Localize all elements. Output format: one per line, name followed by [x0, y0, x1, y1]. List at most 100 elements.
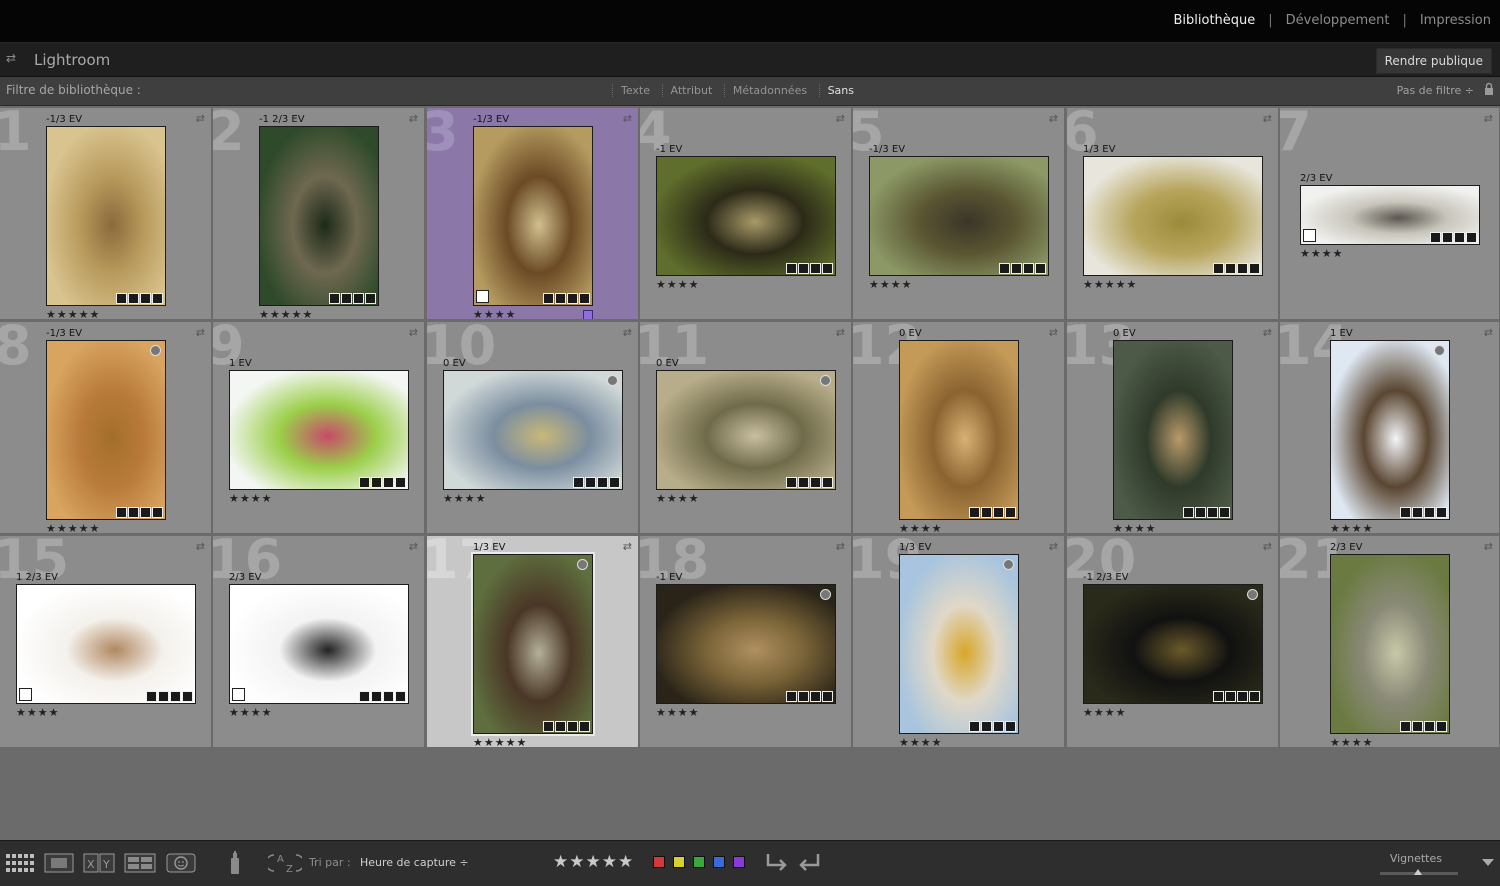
develop-badge-icon[interactable] [365, 293, 376, 304]
develop-badge-icon[interactable] [1436, 507, 1447, 518]
rotate-sync-icon[interactable]: ⇄ [1263, 540, 1272, 553]
crop-badge-icon[interactable] [353, 293, 364, 304]
rotate-sync-icon[interactable]: ⇄ [623, 112, 632, 125]
star-rating[interactable]: ★★★★ [1300, 247, 1343, 260]
crop-badge-icon[interactable] [567, 293, 578, 304]
photo-cell[interactable]: 6⇄1/3 EV★★★★★ [1067, 108, 1279, 320]
develop-badge-icon[interactable] [609, 477, 620, 488]
photo-thumbnail[interactable] [656, 156, 836, 276]
photo-cell[interactable]: 8 ⇄ -1/3 EV ★★★★★ [0, 322, 212, 534]
collection-badge-icon[interactable] [798, 691, 809, 702]
star-rating[interactable]: ★★★★★ [1083, 278, 1137, 291]
collection-badge-icon[interactable] [341, 293, 352, 304]
keyword-badge-icon[interactable] [359, 477, 370, 488]
crop-badge-icon[interactable] [1207, 507, 1218, 518]
collection-badge-icon[interactable] [555, 293, 566, 304]
rotate-sync-icon[interactable]: ⇄ [196, 540, 205, 553]
crop-badge-icon[interactable] [1424, 721, 1435, 732]
toolbar-menu-chevron-icon[interactable] [1482, 859, 1494, 866]
crop-badge-icon[interactable] [383, 477, 394, 488]
photo-thumbnail[interactable] [899, 554, 1019, 734]
rotate-sync-icon[interactable]: ⇄ [1049, 112, 1058, 125]
develop-badge-icon[interactable] [395, 477, 406, 488]
swap-arrow-icon[interactable]: ⇄ [6, 51, 16, 65]
crop-badge-icon[interactable] [140, 507, 151, 518]
star-rating[interactable]: ★★★★ [443, 492, 486, 505]
collection-badge-icon[interactable] [128, 293, 139, 304]
collection-badge-icon[interactable] [585, 477, 596, 488]
filter-tab-text[interactable]: Texte [612, 84, 659, 97]
collection-badge-icon[interactable] [1442, 232, 1453, 243]
crop-badge-icon[interactable] [140, 293, 151, 304]
crop-badge-icon[interactable] [567, 721, 578, 732]
rotate-sync-icon[interactable]: ⇄ [1263, 326, 1272, 339]
survey-view-icon[interactable] [124, 853, 156, 873]
develop-badge-icon[interactable] [152, 293, 163, 304]
rotate-sync-icon[interactable]: ⇄ [1484, 540, 1493, 553]
collection-badge-icon[interactable] [371, 691, 382, 702]
photo-cell[interactable]: 20 ⇄ -1 2/3 EV ★★★★ [1067, 536, 1279, 748]
color-label-swatch[interactable] [583, 310, 593, 319]
photo-cell[interactable]: 5⇄-1/3 EV★★★★ [853, 108, 1065, 320]
photo-thumbnail[interactable] [471, 552, 595, 736]
crop-badge-icon[interactable] [1023, 263, 1034, 274]
develop-badge-icon[interactable] [1466, 232, 1477, 243]
rotate-sync-icon[interactable]: ⇄ [196, 112, 205, 125]
lock-icon[interactable] [1484, 82, 1494, 96]
module-library[interactable]: Bibliothèque [1170, 13, 1258, 28]
photo-cell[interactable]: 18 ⇄ -1 EV ★★★★ [640, 536, 852, 748]
color-label-filter[interactable] [673, 856, 685, 868]
painter-spray-icon[interactable] [227, 851, 243, 875]
star-rating[interactable]: ★★★★ [656, 492, 699, 505]
develop-badge-icon[interactable] [182, 691, 193, 702]
collection-badge-icon[interactable] [371, 477, 382, 488]
module-print[interactable]: Impression [1417, 13, 1494, 28]
color-label-filter[interactable] [733, 856, 745, 868]
crop-badge-icon[interactable] [1237, 263, 1248, 274]
crop-badge-icon[interactable] [1237, 691, 1248, 702]
keyword-badge-icon[interactable] [1400, 721, 1411, 732]
keyword-badge-icon[interactable] [116, 507, 127, 518]
star-rating[interactable]: ★★★★★ [473, 736, 527, 747]
photo-cell[interactable]: 4⇄-1 EV★★★★ [640, 108, 852, 320]
keyword-badge-icon[interactable] [543, 721, 554, 732]
collection-badge-icon[interactable] [981, 507, 992, 518]
crop-badge-icon[interactable] [993, 507, 1004, 518]
rotate-sync-icon[interactable]: ⇄ [836, 540, 845, 553]
photo-thumbnail[interactable] [899, 340, 1019, 520]
quick-collection-circle-icon[interactable] [820, 375, 831, 386]
photo-thumbnail[interactable] [1083, 584, 1263, 704]
photo-cell[interactable]: 10 ⇄ 0 EV ★★★★ [427, 322, 639, 534]
crop-badge-icon[interactable] [810, 477, 821, 488]
keyword-badge-icon[interactable] [1430, 232, 1441, 243]
collection-badge-icon[interactable] [1225, 691, 1236, 702]
crop-badge-icon[interactable] [810, 691, 821, 702]
crop-badge-icon[interactable] [383, 691, 394, 702]
photo-cell[interactable]: 1 ⇄ -1/3 EV ★★★★★ [0, 108, 212, 320]
star-rating[interactable]: ★★★★ [656, 278, 699, 291]
keyword-badge-icon[interactable] [786, 477, 797, 488]
quick-collection-circle-icon[interactable] [820, 589, 831, 600]
keyword-badge-icon[interactable] [146, 691, 157, 702]
photo-thumbnail[interactable] [1300, 185, 1480, 245]
collection-badge-icon[interactable] [1412, 721, 1423, 732]
sort-dropdown[interactable]: Heure de capture ÷ [360, 856, 469, 869]
star-rating[interactable]: ★★★★ [1330, 522, 1373, 533]
rotate-sync-icon[interactable]: ⇄ [1049, 540, 1058, 553]
keyword-badge-icon[interactable] [969, 507, 980, 518]
thumbnail-size-slider-knob[interactable] [1414, 869, 1422, 875]
keyword-badge-icon[interactable] [116, 293, 127, 304]
photo-thumbnail[interactable] [1330, 554, 1450, 734]
rotate-sync-icon[interactable]: ⇄ [1049, 326, 1058, 339]
develop-badge-icon[interactable] [1249, 263, 1260, 274]
photo-cell[interactable]: 3 ⇄ -1/3 EV ★★★★ [427, 108, 639, 320]
rotate-sync-icon[interactable]: ⇄ [409, 326, 418, 339]
filter-tab-attribute[interactable]: Attribut [661, 84, 721, 97]
grid-view-icon[interactable] [5, 853, 35, 873]
star-rating[interactable]: ★★★★★ [46, 308, 100, 319]
photo-cell[interactable]: 9⇄1 EV★★★★ [213, 322, 425, 534]
crop-badge-icon[interactable] [597, 477, 608, 488]
star-rating[interactable]: ★★★★ [1113, 522, 1156, 533]
people-view-icon[interactable] [166, 853, 196, 873]
collection-badge-icon[interactable] [555, 721, 566, 732]
